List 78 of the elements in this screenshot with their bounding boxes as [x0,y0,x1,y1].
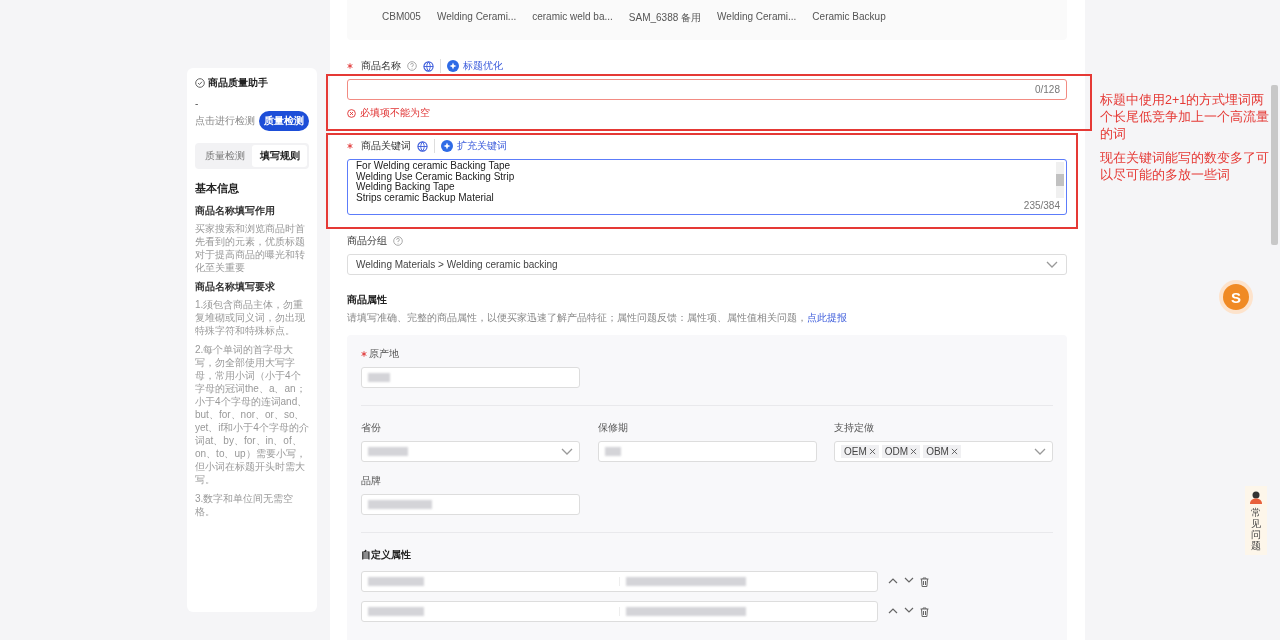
chevron-down-icon [1034,447,1046,456]
expand-keywords-link[interactable]: 扩充关键词 [434,139,507,153]
sku-cell: CBM005 [382,11,421,22]
title-input[interactable]: 0/128 [347,79,1067,100]
scrollbar[interactable] [1056,162,1064,198]
field-label: 品牌 [361,474,381,488]
score-value: - [195,98,200,109]
chevron-down-icon[interactable] [904,576,914,584]
keywords-textarea[interactable]: For Welding ceramic Backing Tape Welding Use Ceramic Backing Strip Welding Backing Tape Strips ceramic Backup Material 235/384 [347,159,1067,215]
field-label: 商品名称 [361,59,401,73]
chevron-down-icon [1046,260,1058,269]
trash-icon[interactable] [920,576,929,587]
section-heading: 自定义属性 [361,548,412,562]
field-label: 保修期 [597,421,628,435]
chevron-up-icon[interactable] [888,606,898,614]
sku-cell: ceramic weld ba... [532,11,613,22]
rule-heading: 商品名称填写作用 [195,204,276,218]
sku-cell: Welding Cerami... [436,11,517,22]
rule-heading: 商品名称填写要求 [195,280,276,294]
assistant-title: 商品质量助手 [208,76,268,90]
annotation-note: 现在关键词能写的数变多了可以尽可能的多放一些词 [1100,150,1270,184]
close-icon[interactable] [910,448,918,455]
check-hint: 点击进行检测 [195,114,255,128]
redacted-value [368,607,424,616]
title-optimize-link[interactable]: 标题优化 [440,59,503,73]
option-tag: OBM [923,445,961,458]
custom-attribute-input[interactable] [361,601,878,622]
sku-cell: SAM_6388 备用 [628,11,702,25]
report-link[interactable]: 点此提报 [807,312,847,323]
globe-icon[interactable] [423,60,434,72]
faq-widget[interactable]: 常见问题 [1245,486,1267,555]
customization-select[interactable]: OEM ODM OBM [834,441,1053,462]
origin-input[interactable] [361,367,580,388]
redacted-value [368,577,424,586]
chevron-up-icon[interactable] [888,576,898,584]
sparkle-icon [441,140,453,152]
rule-text: 1.须包含商品主体，勿重复堆砌或同义词，勿出现特殊字符和特殊标点。 [195,298,306,337]
sku-cell: Welding Cerami... [717,11,797,22]
field-label: 省份 [361,421,381,435]
redacted-value [368,447,408,456]
field-label: 原产地 [369,347,399,361]
section-heading: 基本信息 [195,181,240,196]
sidebar-tab[interactable]: 质量检测 [197,145,252,167]
rule-text: 买家搜索和浏览商品时首先看到的元素，优质标题对于提高商品的曝光和转化至关重要 [195,222,306,274]
section-heading: 商品属性 [347,293,388,307]
check-circle-icon [195,78,205,88]
warranty-input[interactable] [597,441,817,462]
trash-icon[interactable] [920,606,929,617]
redacted-value [368,500,432,509]
person-icon [1249,490,1263,504]
annotation-note: 标题中使用2+1的方式埋词两个长尾低竞争加上一个高流量的词 [1100,92,1270,143]
rule-text: 3.数字和单位间无需空格。 [195,492,295,518]
attributes-description: 请填写准确、完整的商品属性，以便买家迅速了解产品特征；属性问题反馈：属性项、属性值相关问题，点此提报 [347,311,848,325]
char-counter: 0/128 [1034,84,1060,95]
error-icon [347,108,356,118]
redacted-value [368,373,390,382]
chevron-down-icon[interactable] [904,606,914,614]
sku-cell: Ceramic Backup [812,11,886,22]
field-label: 商品关键词 [361,139,411,153]
redacted-value [604,447,621,456]
error-message: 必填项不能为空 [360,106,430,120]
sidebar-tab[interactable]: 填写规则 [252,145,307,167]
field-label: 支持定做 [834,421,874,435]
rule-text: 2.每个单词的首字母大写，勿全部使用大写字母，常用小词（小于4个字母的冠词the、a、an；小于4个字母的连词and、but、for、nor、or、so、yet、if和小于4个字母的介词at、by、for、in、of、on、to、up）需要小写，但小词在标题开头时需大写。 [195,343,309,486]
sparkle-icon [447,60,459,72]
globe-icon[interactable] [417,140,428,152]
option-tag: OEM [841,445,879,458]
quality-check-button[interactable]: 质量检测 [259,111,309,131]
brand-input[interactable] [361,494,580,515]
group-select[interactable]: Welding Materials > Welding ceramic backing [347,254,1067,275]
close-icon[interactable] [950,448,958,455]
scrollbar[interactable] [1271,85,1278,245]
custom-attribute-input[interactable] [361,571,878,592]
field-label: 商品分组 [347,234,387,248]
chevron-down-icon [561,447,573,456]
char-counter: 235/384 [1023,200,1060,211]
close-icon[interactable] [868,448,876,455]
option-tag: ODM [881,445,921,458]
